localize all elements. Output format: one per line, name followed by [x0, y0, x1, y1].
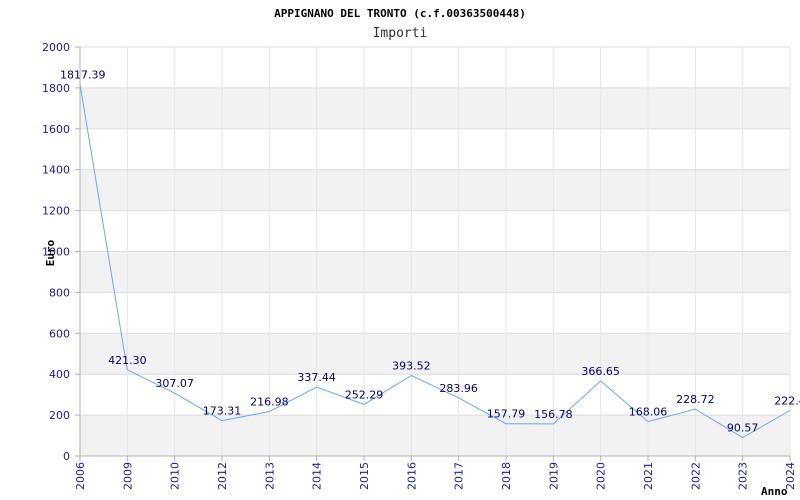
background-band: [80, 292, 790, 334]
y-tick-label: 0: [63, 450, 70, 463]
data-label: 366.65: [581, 365, 620, 378]
x-tick-label: 2020: [595, 462, 608, 490]
data-label: 216.98: [250, 396, 289, 409]
data-label: 252.29: [345, 388, 384, 401]
x-tick-label: 2010: [169, 462, 182, 490]
x-tick-label: 2021: [642, 462, 655, 490]
x-tick-label: 2009: [121, 462, 134, 490]
y-axis-title: Euro: [44, 239, 57, 266]
background-band: [80, 47, 790, 88]
x-tick-label: 2012: [216, 462, 229, 490]
y-tick-label: 1600: [42, 123, 70, 136]
y-tick-label: 400: [49, 368, 70, 381]
background-band: [80, 333, 790, 375]
data-label: 337.44: [297, 371, 336, 384]
data-label: 90.57: [727, 421, 759, 434]
x-tick-label: 2022: [689, 462, 702, 490]
x-tick-label: 2023: [737, 462, 750, 490]
y-tick-label: 200: [49, 409, 70, 422]
x-tick-label: 2006: [74, 462, 87, 490]
data-label: 283.96: [439, 382, 478, 395]
x-tick-label: 2014: [311, 462, 324, 490]
data-label: 222.4: [774, 395, 800, 408]
y-tick-label: 2000: [42, 41, 70, 54]
background-band: [80, 415, 790, 456]
background-band: [80, 210, 790, 252]
y-tick-label: 1800: [42, 82, 70, 95]
data-label: 307.07: [155, 377, 194, 390]
chart-title: APPIGNANO DEL TRONTO (c.f.00363500448): [274, 7, 526, 20]
x-axis-title: Anno: [761, 485, 788, 498]
chart-subtitle: Importi: [373, 26, 428, 41]
data-label: 1817.39: [60, 68, 106, 81]
y-tick-label: 600: [49, 327, 70, 340]
background-band: [80, 128, 790, 170]
data-label: 173.31: [203, 405, 242, 418]
data-label: 157.79: [487, 408, 526, 421]
data-label: 156.78: [534, 408, 573, 421]
x-tick-label: 2013: [263, 462, 276, 490]
y-tick-label: 1200: [42, 205, 70, 218]
background-band: [80, 169, 790, 211]
data-label: 168.06: [629, 406, 668, 419]
x-tick-label: 2019: [547, 462, 560, 490]
x-tick-label: 2015: [358, 462, 371, 490]
y-tick-label: 800: [49, 286, 70, 299]
x-tick-label: 2016: [405, 462, 418, 490]
data-label: 421.30: [108, 354, 147, 367]
y-tick-label: 1400: [42, 164, 70, 177]
data-label: 228.72: [676, 393, 715, 406]
x-tick-label: 2017: [453, 462, 466, 490]
background-band: [80, 251, 790, 293]
x-tick-label: 2018: [500, 462, 513, 490]
background-band: [80, 87, 790, 129]
data-label: 393.52: [392, 360, 431, 373]
chart: 0200400600800100012001400160018002000 20…: [42, 7, 800, 498]
x-axis-ticks: 2006 2009 2010 2012 2013 2014 2015 2016 2017 2018…: [74, 456, 797, 490]
